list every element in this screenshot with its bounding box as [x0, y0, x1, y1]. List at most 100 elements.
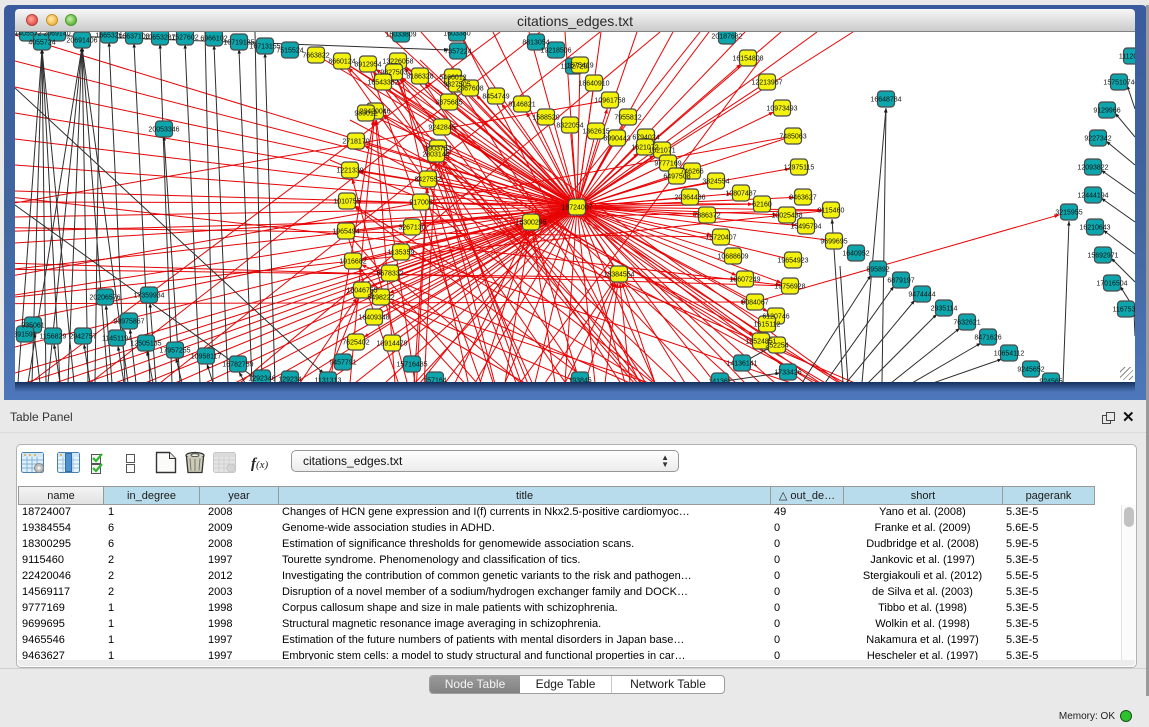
- svg-text:5466012: 5466012: [439, 75, 466, 82]
- svg-text:917005: 917005: [409, 200, 432, 207]
- svg-text:7886372: 7886372: [693, 213, 720, 220]
- svg-text:1527602: 1527602: [171, 35, 198, 42]
- svg-text:3875685: 3875685: [435, 100, 462, 107]
- svg-text:8990443: 8990443: [603, 136, 630, 143]
- svg-text:2803144: 2803144: [422, 152, 449, 159]
- svg-text:1588520: 1588520: [532, 115, 559, 122]
- svg-text:1965494: 1965494: [332, 229, 359, 236]
- svg-text:5498222: 5498222: [367, 295, 394, 302]
- svg-text:19384554: 19384554: [603, 272, 634, 279]
- svg-text:20053346: 20053346: [148, 127, 179, 134]
- svg-text:2367608: 2367608: [456, 86, 483, 93]
- svg-text:9699695: 9699695: [820, 239, 847, 246]
- svg-text:8660124: 8660124: [328, 59, 355, 66]
- svg-text:18300295: 18300295: [515, 220, 546, 227]
- svg-text:18640910: 18640910: [578, 81, 609, 88]
- svg-text:989012: 989012: [354, 111, 377, 118]
- svg-text:20364436: 20364436: [674, 195, 705, 202]
- svg-text:7515524: 7515524: [276, 48, 303, 55]
- svg-text:14136141: 14136141: [726, 361, 757, 368]
- svg-text:1156829: 1156829: [40, 334, 67, 341]
- svg-text:1640952: 1640952: [842, 251, 869, 258]
- svg-text:1603380: 1603380: [443, 32, 470, 38]
- svg-text:(x): (x): [256, 459, 269, 471]
- svg-text:7625402: 7625402: [342, 340, 369, 347]
- svg-text:12213967: 12213967: [751, 80, 782, 87]
- svg-text:7955812: 7955812: [614, 115, 641, 122]
- svg-text:16210643: 16210643: [1079, 225, 1110, 232]
- svg-text:8322054: 8322054: [556, 123, 583, 130]
- svg-text:16154808: 16154808: [732, 56, 763, 63]
- svg-text:935061: 935061: [21, 323, 44, 330]
- svg-text:19654923: 19654923: [777, 258, 808, 265]
- svg-text:6879197: 6879197: [887, 278, 914, 285]
- svg-text:18724007: 18724007: [561, 205, 592, 212]
- svg-text:1733426: 1733426: [774, 370, 801, 377]
- svg-text:10807487: 10807487: [725, 191, 756, 198]
- svg-text:252254: 252254: [765, 343, 788, 350]
- svg-text:12975115: 12975115: [784, 165, 815, 172]
- svg-text:1405572: 1405572: [15, 32, 42, 38]
- svg-text:1112045: 1112045: [1119, 54, 1135, 61]
- svg-text:15751074: 15751074: [1103, 80, 1134, 87]
- svg-text:8471626: 8471626: [974, 335, 1001, 342]
- svg-text:9242845: 9242845: [428, 125, 455, 132]
- svg-text:10654112: 10654112: [994, 351, 1025, 358]
- svg-text:895892: 895892: [866, 267, 889, 274]
- svg-text:1615112: 1615112: [754, 322, 781, 329]
- svg-text:1362615: 1362615: [582, 129, 609, 136]
- svg-text:7485063: 7485063: [779, 134, 806, 141]
- svg-text:12093822: 12093822: [1077, 165, 1108, 172]
- svg-text:19756928: 19756928: [774, 284, 805, 291]
- svg-text:8427552: 8427552: [414, 177, 441, 184]
- svg-text:9129966: 9129966: [1093, 108, 1120, 115]
- svg-text:3215955: 3215955: [1055, 210, 1082, 217]
- svg-text:20187682: 20187682: [711, 34, 742, 41]
- svg-text:90975867: 90975867: [113, 319, 144, 326]
- svg-text:12444194: 12444194: [1077, 193, 1108, 200]
- svg-text:1916682: 1916682: [339, 259, 366, 266]
- svg-text:17016504: 17016504: [1096, 281, 1127, 288]
- svg-text:9457791: 9457791: [329, 360, 356, 367]
- svg-text:10958117: 10958117: [191, 354, 222, 361]
- svg-text:2935114: 2935114: [931, 306, 958, 313]
- svg-text:10025438: 10025438: [771, 213, 802, 220]
- svg-text:9777169: 9777169: [654, 161, 681, 168]
- svg-text:391591: 391591: [15, 332, 37, 339]
- svg-text:6497508: 6497508: [663, 174, 690, 181]
- svg-text:9227342: 9227342: [1084, 136, 1111, 143]
- svg-text:7663822: 7663822: [302, 53, 329, 60]
- svg-text:7632621: 7632621: [953, 320, 980, 327]
- svg-text:15716485: 15716485: [396, 362, 427, 369]
- svg-text:13226058: 13226058: [382, 59, 413, 66]
- svg-text:9463627: 9463627: [789, 195, 816, 202]
- svg-text:1167533: 1167533: [1113, 307, 1135, 314]
- svg-text:16648784: 16648784: [870, 97, 901, 104]
- svg-text:16409348: 16409348: [358, 315, 389, 322]
- svg-text:9245652: 9245652: [1017, 367, 1044, 374]
- svg-text:17359934: 17359934: [133, 293, 164, 300]
- svg-text:8454749: 8454749: [482, 94, 509, 101]
- svg-text:1621071: 1621071: [648, 148, 675, 155]
- svg-text:10973493: 10973493: [766, 106, 797, 113]
- svg-text:11451194: 11451194: [102, 336, 132, 343]
- svg-text:1221339: 1221339: [336, 168, 363, 175]
- svg-text:3824554: 3824554: [702, 179, 729, 186]
- svg-text:16543382: 16543382: [367, 80, 398, 87]
- svg-text:3267130: 3267130: [398, 225, 425, 232]
- svg-text:15495794: 15495794: [790, 224, 821, 231]
- svg-text:20206576: 20206576: [89, 295, 120, 302]
- svg-text:9115460: 9115460: [818, 208, 845, 215]
- svg-text:6120746: 6120746: [762, 314, 789, 321]
- svg-text:9146821: 9146821: [508, 102, 535, 109]
- svg-text:1575419: 1575419: [566, 63, 593, 70]
- svg-text:8912954: 8912954: [354, 62, 381, 69]
- svg-text:12505135: 12505135: [130, 341, 161, 348]
- svg-text:10688609: 10688609: [717, 254, 748, 261]
- svg-text:1010755: 1010755: [333, 199, 360, 206]
- svg-text:8813054: 8813054: [522, 40, 549, 47]
- svg-text:9084067: 9084067: [741, 300, 768, 307]
- svg-text:7357224: 7357224: [444, 49, 471, 56]
- svg-text:16033809: 16033809: [385, 32, 416, 39]
- svg-text:8678332: 8678332: [376, 271, 403, 278]
